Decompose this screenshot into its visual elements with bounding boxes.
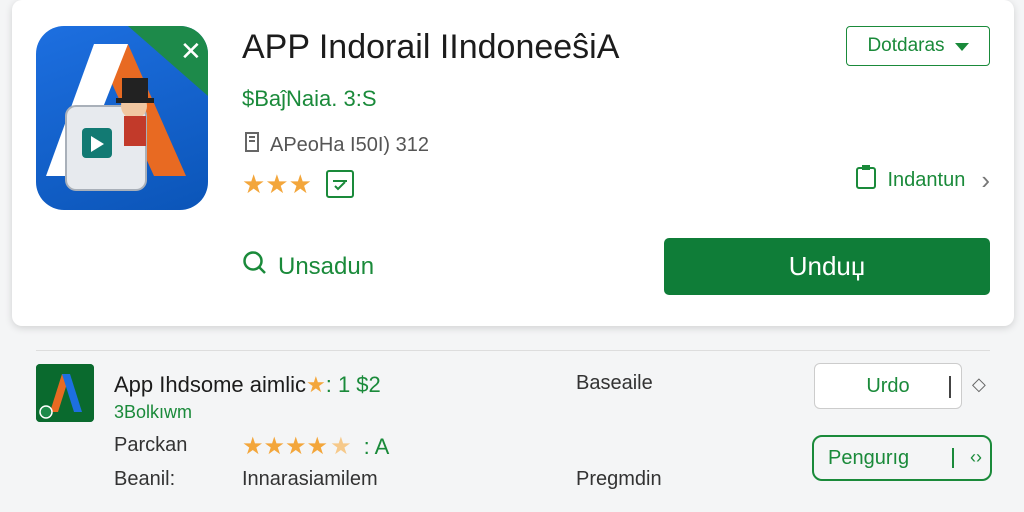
developer-row: APeoHa I50I) 312 xyxy=(242,131,429,159)
code-icon: ‹› xyxy=(970,447,982,467)
install-link[interactable]: Indantun › xyxy=(855,164,990,196)
list-row-title-text: App Ihdsome aimlic xyxy=(114,372,306,397)
download-button[interactable]: Unduџ xyxy=(664,238,990,295)
list-label-mid-2: Innarasiamilem xyxy=(242,468,378,490)
list-row-title: App Ihdsome aimlic★: 1 $2 xyxy=(114,372,381,398)
search-label: Unsadun xyxy=(278,252,375,280)
search-link[interactable]: Unsadun xyxy=(242,250,374,283)
half-star-icon: ★ xyxy=(330,433,352,460)
outline-action-label: Pengurıg xyxy=(828,446,910,469)
rating-stars: ★★★ xyxy=(242,169,312,199)
clipboard-icon xyxy=(855,164,877,196)
chevron-down-icon xyxy=(954,35,969,57)
search-icon xyxy=(242,250,268,283)
app-title: APP Indorail IIndoneeŝiA xyxy=(242,28,620,66)
list-label-right-1: Baseaile xyxy=(576,372,653,394)
small-action-label: Urdo xyxy=(866,374,910,397)
app-logo-icon[interactable]: ✕ xyxy=(36,26,208,210)
verified-badge-icon xyxy=(325,170,354,198)
list-rating-score: : A xyxy=(363,434,390,459)
chevron-right-icon: › xyxy=(981,164,990,195)
list-label-right-2: Pregmdin xyxy=(576,468,662,490)
list-row-subtitle: 3Bolkıwm xyxy=(114,402,193,422)
app-price: $BaĵNaia. 3:S xyxy=(242,86,377,111)
install-label: Indantun xyxy=(887,168,966,191)
divider-bar xyxy=(952,448,954,468)
divider xyxy=(36,350,990,351)
divider-bar xyxy=(949,376,951,398)
title-star-icon: ★ xyxy=(305,372,326,397)
outline-action-button[interactable]: Pengurıg ‹› xyxy=(812,435,992,481)
app-card: ✕ APP Indorail IIndoneeŝiA $BaĵNaia. 3:S… xyxy=(12,0,1014,326)
small-action-button[interactable]: Urdo xyxy=(814,363,962,409)
list-rating: ★★★★ ★ : A xyxy=(242,434,389,460)
details-dropdown[interactable]: Dotdaras xyxy=(846,26,990,66)
rating-row: ★★★ xyxy=(242,170,354,198)
expand-diamond-icon[interactable]: ◇ xyxy=(972,374,986,395)
list-label-left-2: Beanil: xyxy=(114,468,176,490)
developer-icon xyxy=(242,131,262,159)
list-label-left-1: Parckan xyxy=(114,434,188,456)
list-row-title-suffix: : 1 $2 xyxy=(325,372,381,397)
list-rating-stars: ★★★★ xyxy=(242,433,329,460)
list-app-icon[interactable] xyxy=(36,364,94,422)
developer-name: APeoHa I50I) 312 xyxy=(270,133,429,156)
svg-text:✕: ✕ xyxy=(180,37,202,67)
dropdown-label: Dotdaras xyxy=(867,35,945,56)
